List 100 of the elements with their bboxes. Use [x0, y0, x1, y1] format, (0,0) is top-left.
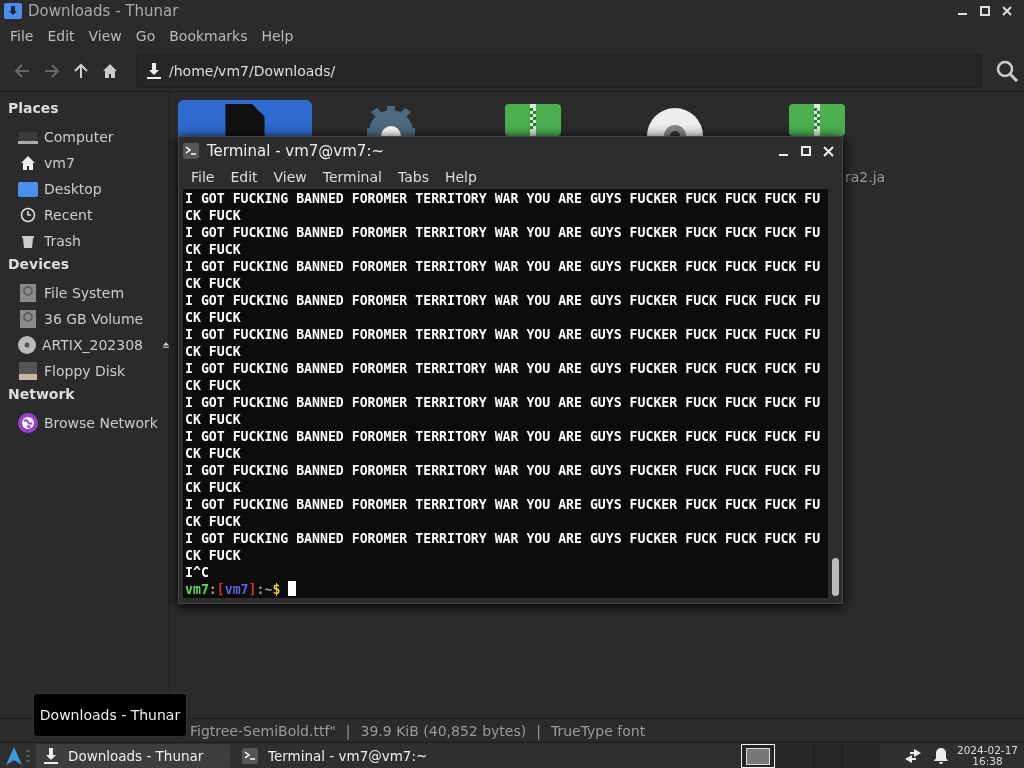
menu-item[interactable]: View	[81, 28, 129, 44]
menu-item[interactable]: Go	[128, 28, 163, 44]
terminal-icon	[242, 748, 258, 764]
sidebar-item[interactable]: File System	[0, 280, 169, 306]
terminal-line: I GOT FUCKING BANNED FOROMER TERRITORY WAR YOU ARE GUYS FUCKER FUCK FUCK FUCK FU	[185, 496, 822, 513]
handle-icon[interactable]	[26, 750, 30, 762]
menu-item[interactable]: Help	[254, 28, 301, 44]
separator: |	[536, 722, 541, 739]
terminal-line: CK FUCK	[185, 207, 242, 224]
download-icon	[147, 62, 161, 79]
app-menu-icon[interactable]	[6, 747, 22, 765]
terminal-line: CK FUCK	[185, 513, 242, 530]
forward-icon[interactable]	[44, 63, 60, 78]
close-icon[interactable]	[823, 145, 834, 157]
text-cursor	[288, 581, 297, 596]
close-icon[interactable]	[1002, 6, 1012, 16]
drive-icon	[20, 310, 36, 328]
path-field[interactable]: /home/vm7/Downloads/	[136, 53, 982, 88]
terminal-line: I GOT FUCKING BANNED FOROMER TERRITORY WAR YOU ARE GUYS FUCKER FUCK FUCK FUCK FU	[185, 462, 822, 479]
terminal-line: I GOT FUCKING BANNED FOROMER TERRITORY WAR YOU ARE GUYS FUCKER FUCK FUCK FUCK FU	[185, 190, 822, 207]
sidebar-heading: Network	[7, 385, 76, 404]
archive-icon	[505, 104, 561, 136]
folder-icon	[18, 181, 38, 197]
drive-icon	[20, 284, 36, 302]
maximize-icon[interactable]	[980, 6, 990, 16]
window-title: Terminal - vm7@vm7:~	[207, 142, 386, 160]
menu-item[interactable]: Tabs	[389, 169, 437, 185]
terminal-line: I GOT FUCKING BANNED FOROMER TERRITORY WAR YOU ARE GUYS FUCKER FUCK FUCK FUCK FU	[185, 530, 822, 547]
clock-date[interactable]: 2024-02-17	[956, 745, 1018, 756]
menu-item[interactable]: Edit	[222, 169, 266, 185]
sidebar-heading: Devices	[7, 255, 71, 274]
bell-icon[interactable]	[932, 748, 949, 764]
terminal-icon	[183, 143, 199, 159]
sidebar-item[interactable]: Recent	[0, 202, 169, 228]
clock-icon	[20, 207, 36, 223]
terminal-line: I GOT FUCKING BANNED FOROMER TERRITORY WAR YOU ARE GUYS FUCKER FUCK FUCK FUCK FU	[185, 360, 822, 377]
disc-icon	[18, 336, 36, 354]
status-text: TrueType font	[550, 722, 646, 739]
terminal-line: CK FUCK	[185, 479, 242, 496]
sidebar-item[interactable]: Computer	[0, 124, 169, 150]
prompt-text: $	[272, 582, 281, 597]
globe-icon	[18, 413, 38, 433]
terminal-line: CK FUCK	[185, 411, 242, 428]
separator: |	[345, 722, 351, 739]
home-icon[interactable]	[102, 62, 118, 79]
up-icon[interactable]	[74, 62, 88, 79]
sidebar-item[interactable]: vm7	[0, 150, 169, 176]
prompt-text: :~	[256, 582, 273, 597]
sidebar-item[interactable]: Trash	[0, 228, 169, 254]
prompt-text: ]	[248, 582, 257, 597]
menu-item[interactable]: Terminal	[314, 169, 390, 185]
network-icon[interactable]	[904, 749, 921, 763]
computer-icon	[18, 129, 38, 145]
sidebar-heading: Places	[7, 99, 60, 118]
prompt-text: vm7	[224, 582, 249, 597]
terminal-line: CK FUCK	[185, 275, 242, 292]
archive-icon	[789, 104, 845, 136]
menu-item[interactable]: View	[265, 169, 315, 185]
back-icon[interactable]	[14, 63, 30, 78]
scrollbar-thumb[interactable]	[831, 558, 839, 596]
terminal-line: I GOT FUCKING BANNED FOROMER TERRITORY WAR YOU ARE GUYS FUCKER FUCK FUCK FUCK FU	[185, 326, 822, 343]
menu-item[interactable]: Help	[436, 169, 485, 185]
sidebar-item[interactable]: 36 GB Volume	[0, 306, 169, 332]
taskbar-button[interactable]: Downloads - Thunar	[36, 744, 230, 768]
terminal-line: I GOT FUCKING BANNED FOROMER TERRITORY WAR YOU ARE GUYS FUCKER FUCK FUCK FUCK FU	[185, 224, 822, 241]
trash-icon	[20, 233, 36, 249]
terminal-line: CK FUCK	[185, 445, 242, 462]
menu-item[interactable]: Edit	[40, 28, 82, 44]
clock-time[interactable]: 16:38	[972, 756, 1003, 767]
sidebar-item[interactable]: Browse Network	[0, 410, 169, 436]
sidebar-item[interactable]: Desktop	[0, 176, 169, 202]
menu-item[interactable]: File	[183, 169, 223, 185]
terminal-line: I GOT FUCKING BANNED FOROMER TERRITORY WAR YOU ARE GUYS FUCKER FUCK FUCK FUCK FU	[185, 292, 822, 309]
search-icon[interactable]	[996, 59, 1018, 82]
menu-item[interactable]: Bookmarks	[162, 28, 255, 44]
home-icon	[20, 155, 36, 171]
prompt-text: vm7	[185, 582, 209, 597]
terminal-line: CK FUCK	[185, 377, 242, 394]
terminal-line: I^C	[185, 564, 210, 581]
menu-item[interactable]: File	[3, 28, 41, 44]
terminal-line: I GOT FUCKING BANNED FOROMER TERRITORY WAR YOU ARE GUYS FUCKER FUCK FUCK FUCK FU	[185, 258, 822, 275]
prompt-text: :	[208, 582, 217, 597]
file-name: ra2.ja	[845, 169, 886, 185]
terminal-line: CK FUCK	[185, 309, 242, 326]
floppy-icon	[19, 362, 37, 380]
terminal-line: CK FUCK	[185, 241, 242, 258]
taskbar-button[interactable]: Terminal - vm7@vm7:~	[234, 744, 428, 768]
maximize-icon[interactable]	[801, 146, 811, 156]
tooltip: Downloads - Thunar	[33, 693, 187, 737]
terminal-line: I GOT FUCKING BANNED FOROMER TERRITORY WAR YOU ARE GUYS FUCKER FUCK FUCK FUCK FU	[185, 394, 822, 411]
terminal-line: CK FUCK	[185, 547, 242, 564]
sidebar-item[interactable]: ARTIX_202308	[0, 332, 169, 358]
prompt-text: [	[216, 582, 225, 597]
window-title: Downloads - Thunar	[28, 2, 180, 20]
download-icon	[44, 748, 58, 764]
folder-icon	[4, 3, 22, 19]
sidebar-item[interactable]: Floppy Disk	[0, 358, 169, 384]
workspace-button[interactable]	[740, 744, 775, 768]
status-text: 39.9 KiB (40,852 bytes)	[360, 722, 527, 739]
terminal-line: CK FUCK	[185, 343, 242, 360]
